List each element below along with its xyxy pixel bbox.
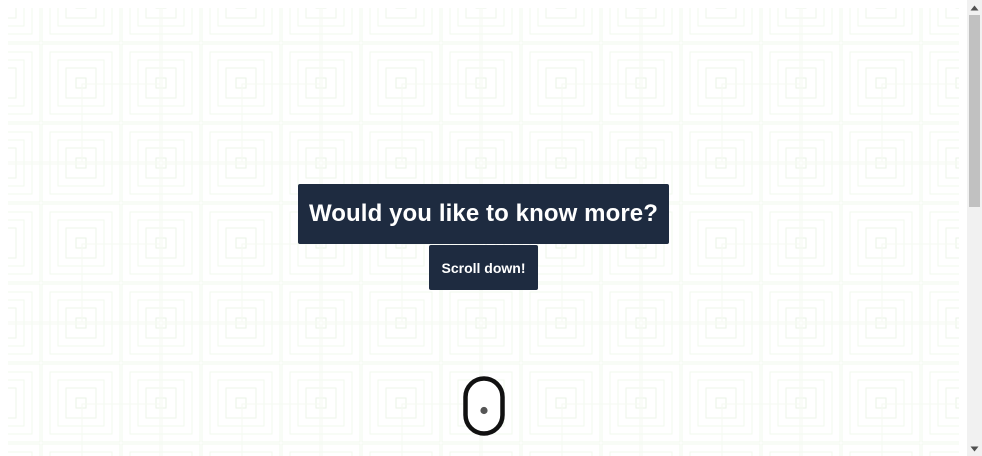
mouse-scroll-icon[interactable] <box>463 376 505 436</box>
triangle-up-icon <box>970 5 979 10</box>
hero-title: Would you like to know more? <box>308 200 659 227</box>
scrollbar-down-arrow[interactable] <box>967 441 982 456</box>
vertical-scrollbar[interactable] <box>967 0 982 456</box>
triangle-down-icon <box>970 446 979 451</box>
scroll-down-button[interactable]: Scroll down! <box>429 245 538 290</box>
hero-title-panel: Would you like to know more? <box>298 184 669 244</box>
scrollbar-thumb[interactable] <box>969 15 980 207</box>
scrollbar-up-arrow[interactable] <box>967 0 982 15</box>
page-viewport: Would you like to know more? Scroll down… <box>0 0 967 456</box>
